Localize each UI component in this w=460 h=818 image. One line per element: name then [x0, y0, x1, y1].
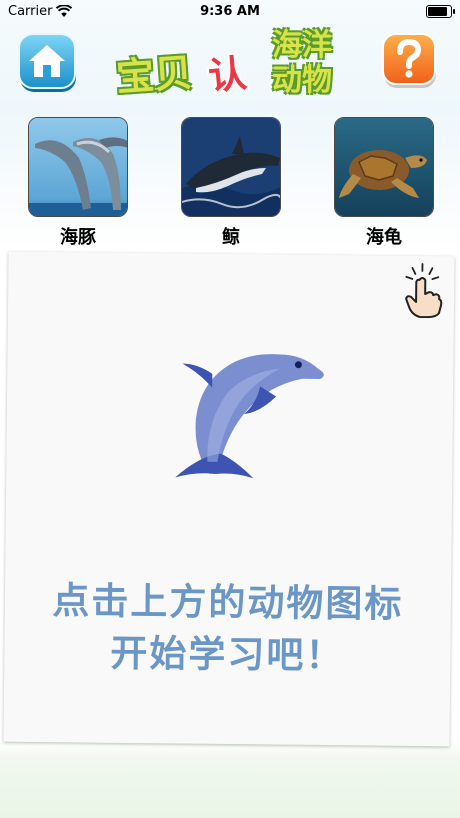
dolphin-photo[interactable]: [28, 117, 128, 217]
learning-card: 点击上方的动物图标 开始学习吧！: [3, 251, 455, 747]
animal-card-turtle[interactable]: 海龟: [334, 117, 434, 249]
question-icon[interactable]: [380, 32, 440, 90]
animal-card-whale[interactable]: 鲸: [181, 117, 281, 249]
animal-card-dolphin[interactable]: 海豚: [28, 117, 128, 249]
whale-photo[interactable]: [181, 117, 281, 217]
battery-icon: [426, 5, 455, 18]
tap-hand-icon[interactable]: [400, 262, 447, 319]
turtle-photo[interactable]: [334, 117, 434, 217]
status-time: 9:36 AM: [200, 4, 260, 19]
prompt-line-1: 点击上方的动物图标: [52, 579, 404, 626]
animal-name-dolphin: 海豚: [60, 227, 96, 248]
animal-name-turtle: 海龟: [366, 227, 402, 248]
title-part-2: 认: [206, 51, 249, 99]
dolphin-icon: [175, 354, 324, 479]
title-part-3-line-2: 动物: [272, 63, 332, 98]
title-part-1: 宝贝: [114, 50, 194, 100]
app-title: 宝贝 认 海洋 动物: [110, 28, 360, 108]
home-icon[interactable]: [16, 32, 80, 94]
prompt-line-2: 开始学习吧！: [110, 631, 345, 678]
title-part-3: 海洋 动物: [272, 28, 352, 98]
animal-name-whale: 鲸: [222, 227, 240, 248]
status-bar: Carrier 9:36 AM: [0, 0, 460, 24]
title-part-3-line-1: 海洋: [272, 28, 332, 63]
